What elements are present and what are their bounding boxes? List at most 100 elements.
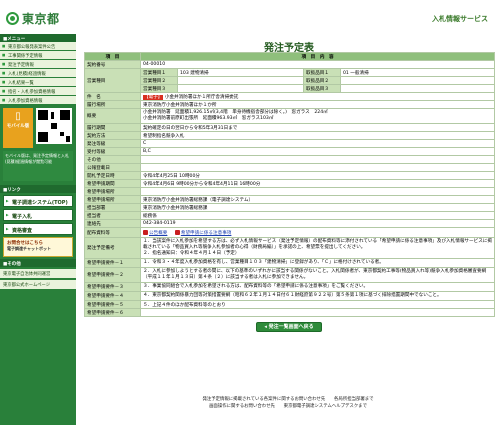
sidebar-item-bid-results[interactable]: 入札結果一覧 [0,78,76,87]
header-content: 項 目 内 容 [139,52,496,61]
mobile-box: ▯ モバイル版 [3,108,73,148]
condition-line-2: ２．指名通知日：令和４年４月１４日（予定） [143,251,240,256]
requirement-3: ３．事業協同組合で入札参加を希望される方は、配布資料等の「希望申請に係る注意事項… [139,282,496,292]
other [139,155,496,164]
handled-item-2 [339,76,496,85]
help-card-subtitle: 電子調達チャットボット [7,246,51,251]
table-row: 営業種目３ 取扱品目３ [85,84,496,93]
table-row: 開札予定日時 令和4年4月25日 10時00分 [84,171,496,180]
sidebar-item-nomination-info[interactable]: 指名・入札参加資格情報 [0,87,76,96]
help-chatbot-card[interactable]: お問合せはこちら 電子調達チャットボット [3,237,73,257]
requirement-5-label: 希望申請要件－５ [84,300,141,309]
mobile-note: モバイル版は、発注予定情報と入札(見積)経過情報が閲覧可能 [3,151,73,181]
table-row: 契約方法 希望制指名競争入札 [84,131,496,140]
pdf-icon [174,229,180,235]
acceptance-label: 受付等級 [84,147,141,156]
table-row: 希望申請要件－３ ３．事業協同組合で入札参加を希望される方は、配布資料等の「希望… [84,282,496,292]
requirement-6 [139,308,496,317]
sidebar-section-links: ■リンク [0,185,76,193]
table-row: 配布資料等 公告概要 希望申請に係る注意事項 [84,227,496,238]
qualification-review-button[interactable]: 資格審査 [3,223,73,235]
subject: 小金井消防署ほか１所庁舎清掃委託 [164,94,239,100]
table-row: 希望申請要件－２ ２．入札に参加しようとする者の間に、以下の基準のいずれかに該当… [84,267,496,283]
requirement-2: ２．入札に参加しようとする者の間に、以下の基準のいずれかに該当する関係がないこと… [139,267,496,283]
page-header: 東京都 入札情報サービス [0,0,500,34]
sidebar-item-qualification[interactable]: 入札参加資格情報 [0,96,76,105]
sidebar-item-bid-progress[interactable]: 入札(見積)経過情報 [0,69,76,78]
business-type-1-label: 営業種目１ [140,68,178,77]
sidebar-item-order-plan[interactable]: 発注予定情報 [0,60,76,69]
business-type-3 [177,84,304,93]
logo-text: 東京都 [22,11,60,26]
period: 契約確定の日の翌日から令和5年3月31日まで [139,123,496,132]
business-type-label: 営業種目 [84,68,141,93]
mobile-phone-icon: ▯ [15,111,21,122]
table-row: 希望申請場所 [84,187,496,196]
main-content: 発注予定表 項 目 項 目 内 容 契約番号 04-00010 営業種目 営業種… [84,34,496,332]
handled-item-3-label: 取扱品目３ [303,84,341,93]
summary-line-2: 小金井消防署前原町出張所 延面積963.93㎡ 窓ガラス103㎡ [143,116,274,121]
table-row: 概要 小金井消防署 延面積1,926.15㎡(3,4階 単身待機宿舎部分は除く。… [84,108,496,124]
apply-dept-label: 希望申請場所 [84,195,141,204]
e-bid-button[interactable]: 電子入札 [3,209,73,221]
table-row: 営業種目 営業種目１ 103 建物清掃 取扱品目１ 01 一般清掃 [84,68,496,93]
page-title: 発注予定表 [264,43,314,54]
footer-line-1: 発注予定情報に掲載されている各案件に関するお問い合わせ先 各局所担当部署まで [202,397,374,402]
table-row: その他 [84,155,496,164]
table-row: 希望申請要件－４ ４．東京都契約関係暴力団等対策措置要綱（昭和６２年１月１４日付… [84,291,496,301]
docs-label: 配布資料等 [84,227,141,238]
business-type-3-label: 営業種目３ [140,84,178,93]
sidebar-link-joint-operation[interactable]: 東京電子自治体共同運営 [0,269,76,278]
detail-table: 項 目 項 目 内 容 契約番号 04-00010 営業種目 営業種目１ 103… [84,52,496,317]
business-type-2 [177,76,304,85]
doc-link-application-notes[interactable]: 希望申請に係る注意事項 [181,231,232,236]
back-to-list-button[interactable]: ◂ 発注一覧画面へ戻る [256,322,322,332]
requirement-2-label: 希望申請要件－２ [84,267,141,283]
qr-code-icon [36,108,72,144]
requirement-1: １．令和３・４年度入札参加資格を有し、営業種目１０３「建物清掃」に登録があり、「… [139,258,496,268]
service-title: 入札情報サービス [432,15,488,23]
doc-link-notice-summary[interactable]: 公告概要 [149,231,167,236]
condition-line-1: １．当該案件に入札参加を希望する方は、必ず入札情報サービス（発注予定情報）の配布… [143,239,492,250]
method: 希望制指名競争入札 [139,131,496,140]
pdf-icon [143,229,148,235]
category: C [139,139,496,148]
table-row: 希望申請要件－１ １．令和３・４年度入札参加資格を有し、営業種目１０３「建物清掃… [84,258,496,268]
table-row: 履行期間 契約確定の日の翌日から令和5年3月31日まで [84,123,496,132]
apply-period-label: 希望申請期間 [84,179,141,188]
contract-dept-label: 担当部署 [84,203,141,212]
sidebar-item-public-notice[interactable]: 東京都公報発表案件公告 [0,42,76,51]
apply-place-label: 希望申請場所 [84,187,141,196]
docs-cell: 公告概要 希望申請に係る注意事項 [139,227,496,238]
sidebar: ■メニュー 東京都公報発表案件公告 工事関係予定情報 発注予定情報 入札(見積)… [0,34,76,425]
table-row: 希望申請場所 東京消防庁小金井消防署総務課（電子調達システム） [84,195,496,204]
sidebar-item-construction-plan[interactable]: 工事関係予定情報 [0,51,76,60]
open-date-label: 開札予定日時 [84,171,141,180]
requirement-4-label: 希望申請要件－４ [84,291,141,301]
location: 東京消防庁小金井消防署ほか１か所 [139,100,496,109]
header-item: 項 目 [84,52,141,61]
staff-label: 担当者 [84,211,141,220]
table-row: 件 名 【電子】 小金井消防署ほか１所庁舎清掃委託 [84,92,496,101]
announce [139,163,496,172]
business-type-1: 103 建物清掃 [177,68,304,77]
acceptance: B,C [139,147,496,156]
table-row: 契約番号 04-00010 [84,60,496,69]
requirement-6-label: 希望申請要件－６ [84,308,141,317]
table-row: 営業種目２ 取扱品目２ [85,76,496,85]
table-row: 希望申請要件－５ ５．上記４件のほか配布資料等のとおり [84,300,496,309]
requirement-3-label: 希望申請要件－３ [84,282,141,292]
table-row: 履行場所 東京消防庁小金井消防署ほか１か所 [84,100,496,109]
e-procurement-top-button[interactable]: 電子調達システム(TOP) [3,195,73,207]
sidebar-link-tokyo-official[interactable]: 東京都公式ホームページ [0,280,76,289]
announce-label: 公報登載日 [84,163,141,172]
mobile-version-card[interactable]: ▯ モバイル版 [3,108,33,148]
table-row: 担当者 総務係 [84,211,496,220]
tokyo-logo-icon [6,11,19,25]
table-row: 希望申請期間 令和4年4月6日 9時00分から令和4年4月11日 16時00分 [84,179,496,188]
tokyo-logo[interactable]: 東京都 [6,11,60,26]
mobile-card-label: モバイル版 [6,124,30,129]
staff: 総務係 [139,211,496,220]
table-row: 担当部署 東京消防庁小金井消防署総務課 [84,203,496,212]
apply-dept: 東京消防庁小金井消防署総務課（電子調達システム） [139,195,496,204]
